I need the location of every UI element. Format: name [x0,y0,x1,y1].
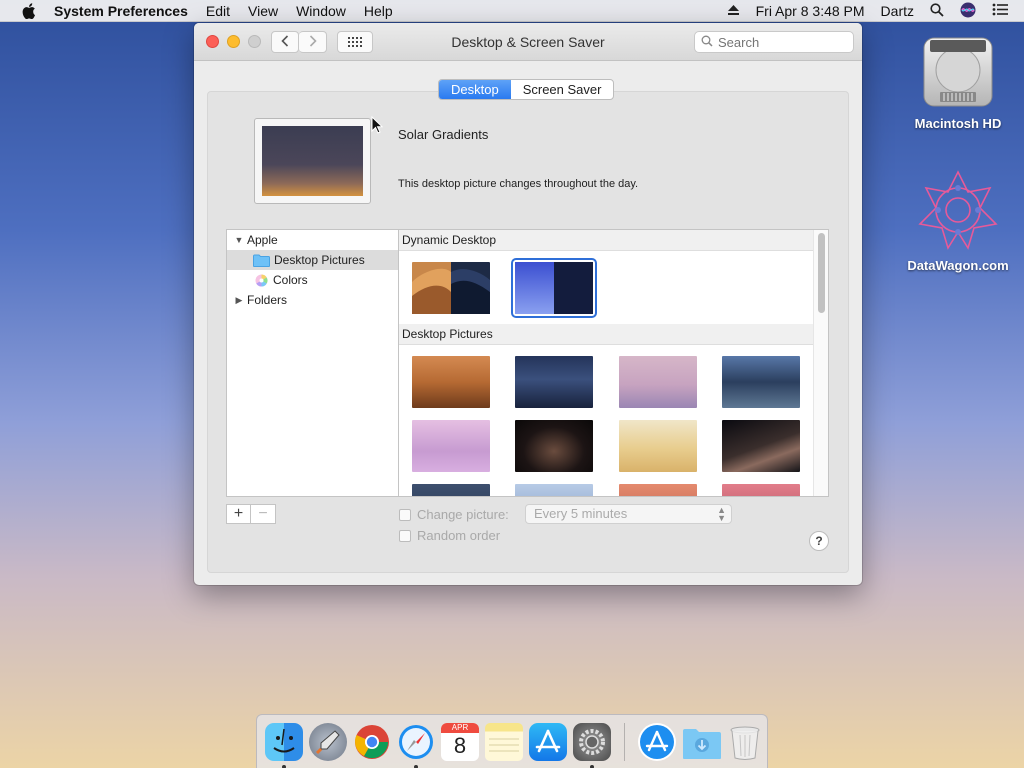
current-picture-preview [254,118,371,204]
search-input[interactable] [718,34,838,50]
wallpaper-thumbnail[interactable] [619,420,697,472]
calendar-month: APR [441,722,479,733]
picture-description: This desktop picture changes throughout … [398,178,639,190]
wallpaper-thumbnail[interactable] [412,420,490,472]
disclosure-triangle-down-icon[interactable]: ▼ [235,235,244,245]
desktop-screensaver-window: Desktop & Screen Saver Desktop Screen Sa… [194,23,862,585]
menu-view[interactable]: View [248,3,278,19]
sidebar-item-label: Desktop Pictures [274,253,365,267]
gallery-scrollbar[interactable] [813,230,828,496]
picture-name: Solar Gradients [398,127,489,142]
remove-folder-button[interactable]: − [251,504,276,524]
checkbox-box[interactable] [399,508,411,521]
menubar-clock[interactable]: Fri Apr 8 3:48 PM [756,3,865,19]
siri-icon[interactable] [960,2,976,21]
sidebar-group-apple[interactable]: ▼ Apple [227,230,398,250]
wallpaper-thumbnail[interactable] [722,356,800,408]
source-list: ▼ Apple Desktop Pictures Colors ▶ Folder… [226,229,398,497]
hard-drive-icon [920,34,996,110]
wallpaper-thumbnail[interactable] [515,420,593,472]
apple-menu-icon[interactable] [20,2,38,20]
folder-icon [253,254,270,267]
sidebar-item-label: Colors [273,273,308,287]
search-field[interactable] [694,31,854,53]
dock: APR 8 [256,714,768,768]
checkbox-label: Change picture: [417,507,509,522]
select-value: Every 5 minutes [534,506,628,521]
picture-gallery: Dynamic Desktop Desktop Pictures [398,229,829,497]
dock-separator [624,722,625,761]
wallpaper-thumbnail[interactable] [619,484,697,496]
tab-screen-saver[interactable]: Screen Saver [511,80,614,99]
dock-app-app-store[interactable] [529,722,567,761]
add-remove-folder-buttons: + − [226,504,276,524]
checkbox-box[interactable] [399,529,411,542]
dock-app-safari[interactable] [397,723,435,768]
menu-help[interactable]: Help [364,3,393,19]
dock-app-notes[interactable] [485,722,523,761]
menu-edit[interactable]: Edit [206,3,230,19]
wallpaper-thumbnail[interactable] [722,484,800,496]
calendar-day: 8 [453,732,467,758]
notification-center-icon[interactable] [992,3,1008,19]
sidebar-item-desktop-pictures[interactable]: Desktop Pictures [227,250,398,270]
wallpaper-thumbnail[interactable] [722,420,800,472]
disclosure-triangle-right-icon[interactable]: ▶ [235,295,243,305]
scrollbar-thumb[interactable] [818,233,825,313]
datawagon-logo-icon [916,168,1000,252]
eject-icon[interactable] [727,3,740,19]
menubar-user[interactable]: Dartz [881,3,914,19]
menu-window[interactable]: Window [296,3,346,19]
window-titlebar[interactable]: Desktop & Screen Saver [194,23,862,61]
dock-trash[interactable] [726,723,764,761]
desktop-icon-datawagon[interactable]: DataWagon.com [898,168,1018,273]
dock-app-calendar[interactable]: APR 8 [441,722,479,761]
wallpaper-thumbnail[interactable] [412,356,490,408]
tab-bar: Desktop Screen Saver [438,79,615,100]
menu-bar: System Preferences Edit View Window Help… [0,0,1024,22]
spotlight-search-icon[interactable] [930,2,944,20]
random-order-checkbox[interactable]: Random order [399,528,500,543]
mouse-pointer-icon [371,115,384,137]
change-picture-checkbox[interactable]: Change picture: [399,507,509,522]
sidebar-group-label: Apple [247,233,278,247]
tab-desktop[interactable]: Desktop [439,80,511,99]
dock-app-finder[interactable] [265,722,303,768]
select-arrows-icon: ▲ ▼ [717,505,726,523]
wallpaper-thumbnail[interactable] [412,484,490,496]
color-wheel-icon [255,274,268,287]
sidebar-group-label: Folders [247,293,288,307]
sidebar-item-colors[interactable]: Colors [227,270,398,290]
section-header-dynamic-desktop: Dynamic Desktop [399,230,813,251]
wallpaper-thumbnail[interactable] [412,262,490,314]
menu-app-name[interactable]: System Preferences [54,3,188,19]
desktop-icon-label: Macintosh HD [914,116,1002,131]
help-button[interactable]: ? [809,531,829,551]
dock-app-system-preferences[interactable] [573,722,611,768]
desktop-icon-label: DataWagon.com [907,258,1009,273]
dock-app-chrome[interactable] [353,723,391,761]
wallpaper-thumbnail[interactable] [515,356,593,408]
wallpaper-thumbnail[interactable] [619,356,697,408]
sidebar-group-folders[interactable]: ▶ Folders [227,290,398,310]
section-header-desktop-pictures: Desktop Pictures [399,324,813,345]
dock-downloads-folder[interactable] [682,723,721,761]
desktop-icon-macintosh-hd[interactable]: Macintosh HD [898,34,1018,131]
add-folder-button[interactable]: + [226,504,251,524]
dock-app-launchpad[interactable] [309,722,347,761]
wallpaper-thumbnail-selected[interactable] [511,258,597,318]
dock-recent-app-store[interactable] [638,722,676,761]
search-icon [701,35,713,50]
checkbox-label: Random order [417,528,501,543]
wallpaper-thumbnail[interactable] [515,484,593,496]
change-interval-select[interactable]: Every 5 minutes ▲ ▼ [525,504,732,524]
